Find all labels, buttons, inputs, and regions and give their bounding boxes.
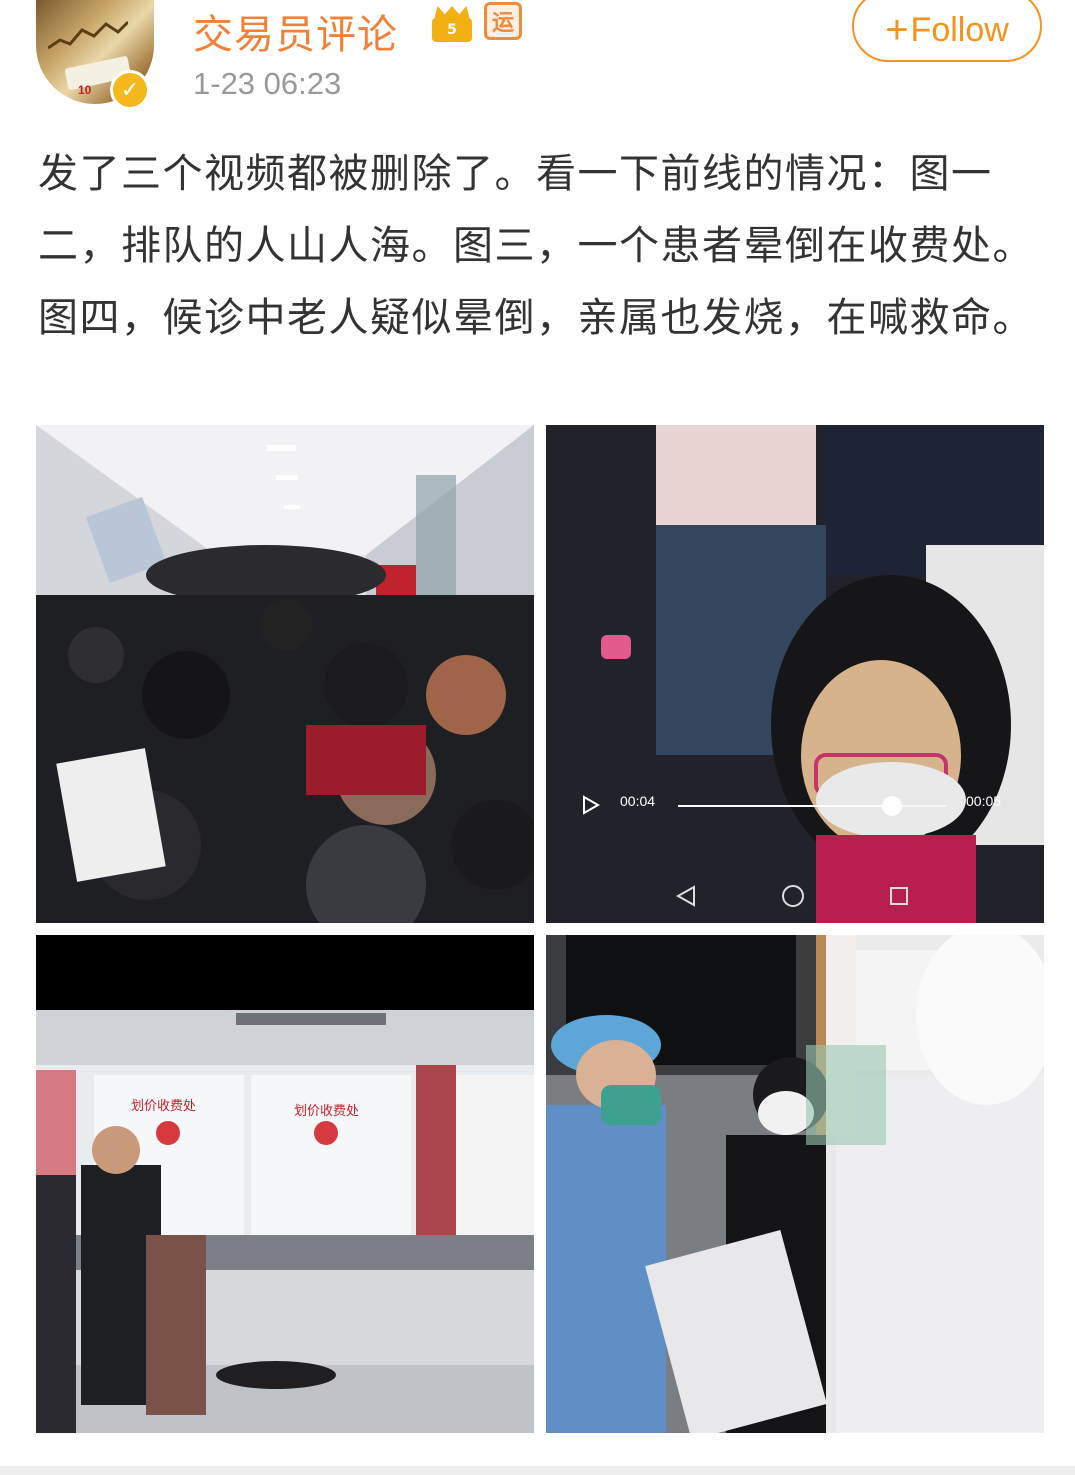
video-controls: 00:04 00:05 [546,785,1044,825]
post-header: 10 ✓ 交易员评论 5 运 1-23 06:23 + Follow [0,0,1075,120]
follow-label: Follow [910,10,1009,49]
video-progress-fill [678,805,893,807]
photo-medical-staff[interactable] [546,935,1044,1433]
android-nav-bar [546,875,1044,919]
recent-apps-icon[interactable] [890,887,908,905]
photo-cashier-counter[interactable]: 划价收费处 划价收费处 [36,935,534,1433]
home-icon[interactable] [782,885,804,907]
post-text: 发了三个视频都被删除了。看一下前线的情况：图一二，排队的人山人海。图三，一个患者… [38,151,1034,341]
sport-badge-icon[interactable]: 运 [484,2,522,40]
back-icon[interactable] [676,885,696,907]
follow-button[interactable]: + Follow [852,0,1042,62]
verified-icon: ✓ [110,70,150,110]
play-icon[interactable] [582,795,600,815]
username[interactable]: 交易员评论 [193,2,398,60]
counter-sign-right: 划价收费处 [294,1104,360,1119]
video-progress-bar[interactable] [678,796,946,816]
bottom-divider [0,1466,1075,1475]
video-progress-knob[interactable] [882,796,903,816]
plus-icon: + [885,7,909,52]
video-current-time: 00:04 [620,793,656,809]
stock-chart-graphic [48,20,128,50]
counter-sign-left: 划价收费处 [131,1099,197,1114]
avatar-lettering: 10 [78,83,92,97]
video-frame[interactable]: 00:04 00:05 [546,425,1044,923]
photo-corridor-queue[interactable] [36,425,534,923]
post-timestamp: 1-23 06:23 [193,66,342,101]
member-crown-icon[interactable]: 5 [430,6,474,42]
video-total-time: 00:05 [966,793,1002,809]
member-level: 5 [447,22,457,38]
